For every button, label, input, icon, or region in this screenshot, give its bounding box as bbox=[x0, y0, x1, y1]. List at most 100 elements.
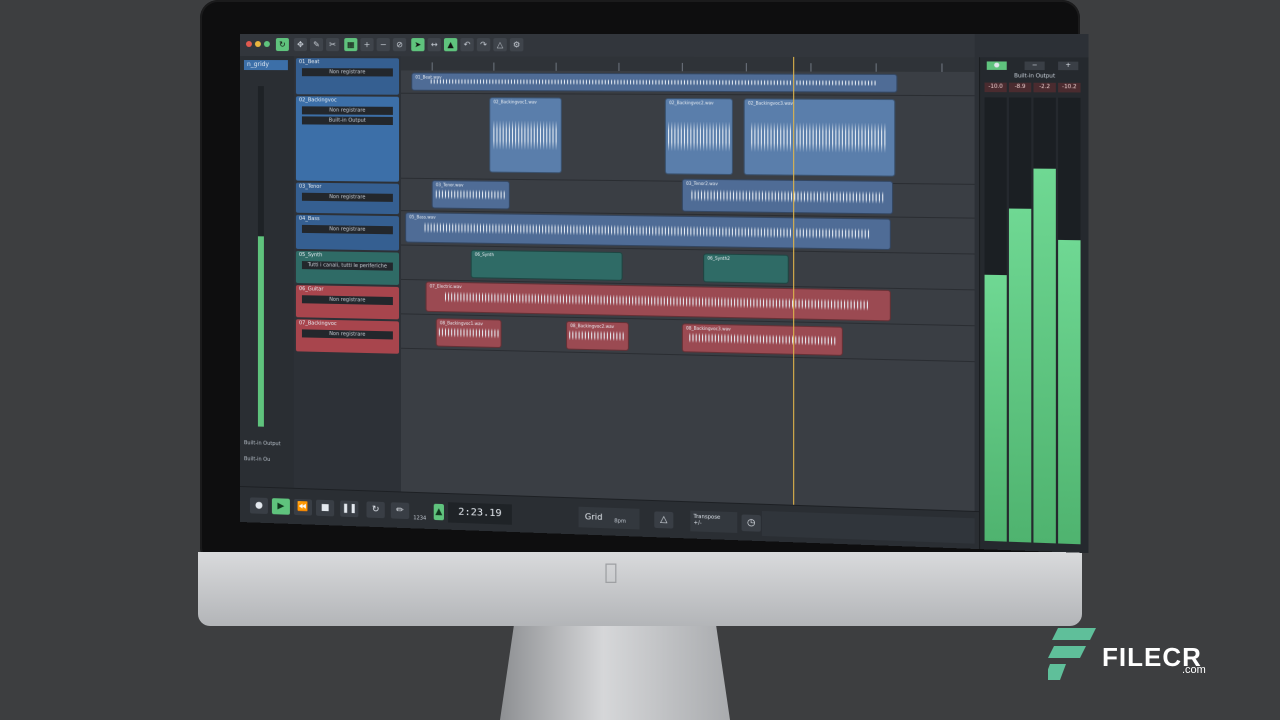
position-slider[interactable] bbox=[762, 511, 975, 544]
waveform bbox=[425, 222, 870, 240]
time-display[interactable]: 2:23.19 bbox=[448, 502, 512, 525]
pencil-tool-icon[interactable]: ✎ bbox=[310, 38, 323, 51]
transpose-control[interactable]: Transpose +/- bbox=[690, 511, 737, 533]
record-mode-field[interactable]: Non registrare bbox=[302, 106, 393, 115]
sync-button[interactable]: ▲ bbox=[434, 504, 444, 521]
level-meter-fill bbox=[1058, 240, 1080, 544]
output-field[interactable]: Built-in Output bbox=[302, 116, 393, 125]
ruler-mark bbox=[941, 63, 942, 71]
waveform bbox=[691, 189, 883, 204]
monitor-stand bbox=[500, 626, 730, 720]
automation-tool-icon[interactable]: ▲ bbox=[444, 38, 457, 51]
clip-name: 03_Tenor2.wav bbox=[686, 181, 718, 187]
metronome-tool-icon[interactable]: △ bbox=[493, 38, 506, 51]
rewind-button[interactable]: ⏪ bbox=[294, 499, 312, 516]
pause-button[interactable]: ❚❚ bbox=[340, 500, 358, 517]
undo-icon[interactable]: ↶ bbox=[460, 38, 473, 51]
audio-clip[interactable]: 05_Bass.wav bbox=[405, 212, 891, 250]
midi-clip[interactable]: 06_Synth2 bbox=[703, 253, 789, 284]
lane-separator bbox=[401, 93, 975, 97]
record-button[interactable]: ● bbox=[250, 497, 268, 514]
level-meter-fill bbox=[985, 275, 1007, 542]
ruler-mark bbox=[876, 63, 877, 71]
audio-clip[interactable]: 03_Tenor.wav bbox=[432, 180, 510, 209]
record-mode-field[interactable]: Non registrare bbox=[302, 68, 393, 76]
ruler-mark bbox=[746, 63, 747, 71]
clip-name: 02_Backingvoc3.wav bbox=[748, 100, 793, 105]
select-tool-icon[interactable]: ➤ bbox=[411, 38, 424, 51]
brand-suffix: .com bbox=[1182, 664, 1206, 676]
record-arm-button[interactable]: ● bbox=[987, 61, 1007, 69]
input-field[interactable]: Tutti i canali, tutti le periferiche bbox=[302, 261, 393, 271]
audio-clip[interactable]: 03_Tenor2.wav bbox=[682, 179, 893, 215]
clock-icon[interactable]: ◷ bbox=[742, 514, 761, 531]
arrange-view[interactable]: 01_Beat.wav 02_Backingvoc1.wav 02_Backin… bbox=[401, 70, 975, 510]
master-meter-fill bbox=[258, 236, 264, 426]
track-header[interactable]: 07_Backingvoc Non registrare bbox=[296, 319, 399, 354]
audio-clip[interactable]: 01_Beat.wav bbox=[411, 72, 897, 92]
toolbar: ↻ ✥ ✎ ✂ ▦ + − ⊘ ➤ ↔ ▲ ↶ ↷ △ ⚙ bbox=[240, 34, 975, 58]
output-mixer: ● − + Built-in Output -10.0 -8.9 -2.2 -1… bbox=[979, 57, 1088, 553]
clip-name: 06_Synth2 bbox=[707, 256, 730, 262]
split-tool-icon[interactable]: ✂ bbox=[326, 38, 339, 51]
level-meter-fill bbox=[1009, 209, 1031, 543]
bpm-value: 8pm bbox=[614, 511, 626, 532]
filecr-logo-icon bbox=[1048, 628, 1096, 680]
settings-icon[interactable]: ⚙ bbox=[510, 38, 523, 51]
mute-tool-icon[interactable]: ⊘ bbox=[393, 38, 406, 51]
minus-button[interactable]: − bbox=[1025, 62, 1045, 71]
record-mode-field[interactable]: Non registrare bbox=[302, 329, 393, 339]
ruler-mark bbox=[493, 63, 494, 71]
track-header[interactable]: 02_Backingvoc Non registrare Built-in Ou… bbox=[296, 96, 399, 181]
clip-name: 08_Backingvoc1.wav bbox=[440, 320, 483, 326]
move-tool-icon[interactable]: ✥ bbox=[294, 38, 307, 51]
metronome-icon[interactable]: △ bbox=[654, 511, 673, 528]
peak-value: -10.2 bbox=[1058, 83, 1080, 93]
close-window-icon[interactable] bbox=[246, 41, 252, 47]
playhead[interactable] bbox=[793, 57, 794, 515]
snap-tool-icon[interactable]: ▦ bbox=[344, 38, 357, 51]
track-header[interactable]: 06_Guitar Non registrare bbox=[296, 285, 399, 319]
audio-clip[interactable]: 08_Backingvoc3.wav bbox=[682, 323, 843, 356]
apple-logo-icon:  bbox=[600, 560, 622, 586]
audio-clip[interactable]: 08_Backingvoc2.wav bbox=[566, 321, 629, 351]
zoom-in-icon[interactable]: + bbox=[360, 38, 373, 51]
master-output-short: Built-in Ou bbox=[244, 456, 270, 463]
zoom-out-icon[interactable]: − bbox=[377, 38, 390, 51]
track-header[interactable]: 05_Synth Tutti i canali, tutti le perife… bbox=[296, 251, 399, 285]
clip-name: 05_Bass.wav bbox=[409, 214, 435, 219]
track-header[interactable]: 03_Tenor Non registrare bbox=[296, 183, 399, 215]
punch-button[interactable]: ✏ bbox=[391, 502, 409, 519]
record-mode-field[interactable]: Non registrare bbox=[302, 193, 393, 202]
record-mode-field[interactable]: Non registrare bbox=[302, 295, 393, 305]
audio-clip[interactable]: 02_Backingvoc3.wav bbox=[744, 98, 896, 176]
track-name: 01_Beat bbox=[296, 58, 399, 66]
range-tool-icon[interactable]: ↔ bbox=[428, 38, 441, 51]
clip-name: 08_Backingvoc3.wav bbox=[686, 325, 731, 331]
ruler-mark bbox=[432, 62, 433, 70]
loop-button[interactable]: ↻ bbox=[366, 501, 384, 518]
audio-clip[interactable]: 02_Backingvoc2.wav bbox=[665, 98, 733, 175]
clip-name: 06_Synth bbox=[475, 252, 494, 257]
track-header[interactable]: 04_Bass Non registrare bbox=[296, 215, 399, 251]
midi-clip[interactable]: 06_Synth bbox=[471, 250, 623, 281]
audio-clip[interactable]: 02_Backingvoc1.wav bbox=[489, 97, 562, 173]
master-label[interactable]: n_gridy bbox=[244, 60, 288, 70]
waveform bbox=[436, 189, 506, 200]
loop-tool-icon[interactable]: ↻ bbox=[276, 38, 289, 51]
grid-label: Grid bbox=[585, 512, 603, 522]
zoom-window-icon[interactable] bbox=[264, 41, 270, 47]
clip-name: 02_Backingvoc1.wav bbox=[493, 99, 536, 104]
plus-button[interactable]: + bbox=[1058, 62, 1078, 71]
audio-clip[interactable]: 08_Backingvoc1.wav bbox=[436, 318, 502, 348]
peak-value: -8.9 bbox=[1009, 83, 1031, 93]
redo-icon[interactable]: ↷ bbox=[477, 38, 490, 51]
track-header[interactable]: 01_Beat Non registrare bbox=[296, 58, 399, 95]
record-mode-field[interactable]: Non registrare bbox=[302, 225, 393, 234]
grid-selector[interactable]: Grid 8pm bbox=[579, 507, 640, 530]
level-meter bbox=[1058, 98, 1080, 545]
daw-screen: ↻ ✥ ✎ ✂ ▦ + − ⊘ ➤ ↔ ▲ ↶ ↷ △ ⚙ n_gridy Bu… bbox=[240, 34, 1088, 553]
minimize-window-icon[interactable] bbox=[255, 41, 261, 47]
stop-button[interactable]: ■ bbox=[316, 500, 334, 517]
play-button[interactable]: ▶ bbox=[272, 498, 290, 515]
